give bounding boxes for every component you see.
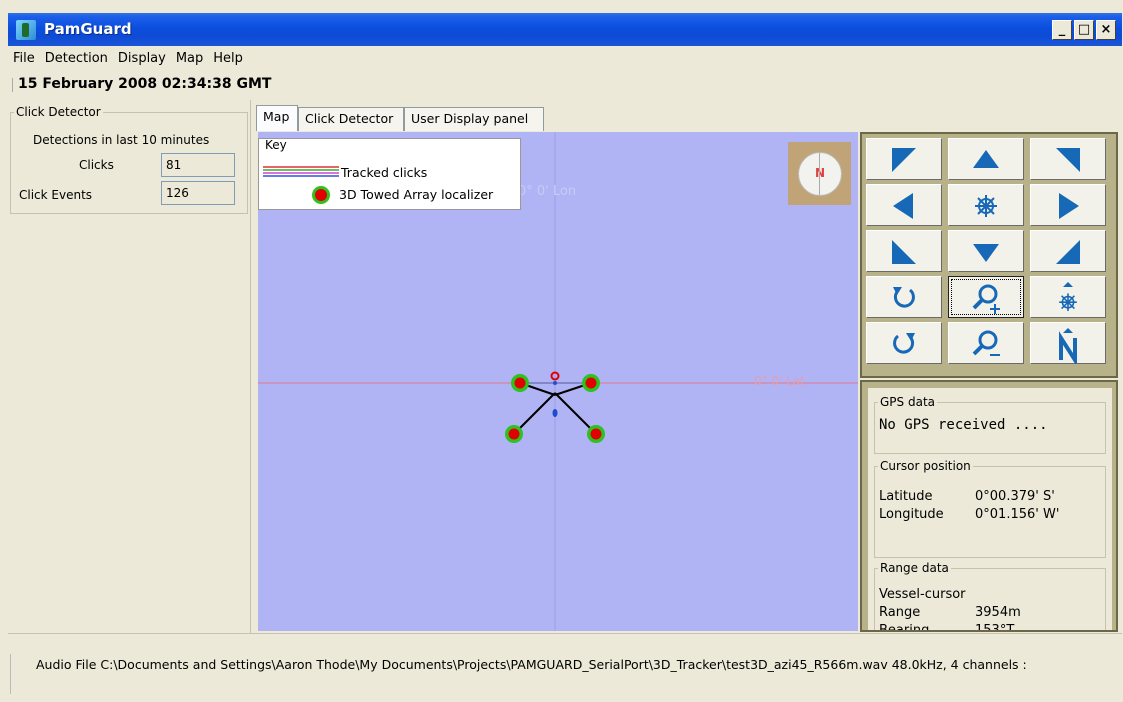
audio-file-status: Audio File C:\Documents and Settings\Aar… bbox=[36, 657, 1027, 672]
range-label: Range bbox=[879, 605, 921, 620]
longitude-label: 0° 0' Lon bbox=[518, 184, 577, 199]
range-group-label: Range data bbox=[878, 561, 951, 575]
hydrophone-inner bbox=[508, 428, 520, 440]
gps-status-text: No GPS received .... bbox=[879, 417, 1048, 433]
zoom-in-icon bbox=[972, 284, 1000, 314]
rotate-anticlockwise-icon bbox=[893, 333, 915, 354]
rotate-anticlockwise-button[interactable] bbox=[866, 322, 942, 364]
cursor-latitude-value: 0°00.379' S' bbox=[975, 489, 1055, 504]
compass-needle bbox=[819, 153, 820, 195]
close-button[interactable]: × bbox=[1096, 20, 1116, 40]
cursor-latitude-label: Latitude bbox=[879, 489, 933, 504]
rotate-clockwise-icon bbox=[893, 287, 915, 308]
hydrophone-inner bbox=[585, 377, 597, 389]
key-item-3d-localizer: 3D Towed Array localizer bbox=[339, 187, 494, 202]
arrow-up-icon bbox=[973, 150, 999, 168]
latitude-label: 0° 0' Lat bbox=[754, 374, 805, 388]
tab-click-detector[interactable]: Click Detector bbox=[298, 107, 404, 131]
menu-display[interactable]: Display bbox=[113, 46, 171, 72]
click-events-field: 126 bbox=[161, 181, 235, 205]
menu-help[interactable]: Help bbox=[208, 46, 248, 72]
clicks-field: 81 bbox=[161, 153, 235, 177]
arrow-left-icon bbox=[893, 193, 913, 219]
hydrophone-inner bbox=[514, 377, 526, 389]
date-separator bbox=[12, 78, 13, 92]
arrow-up-right-icon bbox=[1056, 148, 1080, 172]
menu-detection[interactable]: Detection bbox=[40, 46, 113, 72]
arrow-down-icon bbox=[973, 244, 999, 262]
tab-map[interactable]: Map bbox=[256, 105, 298, 131]
minimize-button[interactable]: _ bbox=[1052, 20, 1072, 40]
title-bar[interactable]: PamGuard _ □ × bbox=[8, 13, 1122, 46]
pan-left-button[interactable] bbox=[866, 184, 942, 226]
array-centre-point bbox=[553, 381, 557, 385]
map-info-panel: GPS data No GPS received .... Cursor pos… bbox=[860, 380, 1118, 632]
zoom-out-icon bbox=[972, 330, 1000, 356]
menu-map[interactable]: Map bbox=[171, 46, 208, 72]
north-up-icon bbox=[1059, 328, 1077, 367]
cursor-position-group: Cursor position Latitude 0°00.379' S' Lo… bbox=[874, 459, 1106, 558]
cursor-longitude-label: Longitude bbox=[879, 507, 944, 522]
map-navigation-panel bbox=[860, 132, 1118, 378]
pan-down-button[interactable] bbox=[948, 230, 1024, 272]
arrow-down-right-icon bbox=[1056, 240, 1080, 264]
click-events-label: Click Events bbox=[19, 188, 93, 202]
pan-up-right-button[interactable] bbox=[1030, 138, 1106, 180]
hydrophone-inner bbox=[590, 428, 602, 440]
pan-up-button[interactable] bbox=[948, 138, 1024, 180]
map-key: Key Tracked clicks 3D Towed Array locali… bbox=[258, 138, 521, 210]
zoom-out-button[interactable] bbox=[948, 322, 1024, 364]
status-bar: Audio File C:\Documents and Settings\Aar… bbox=[8, 633, 1122, 698]
menu-file[interactable]: File bbox=[8, 46, 40, 72]
map-key-title: Key bbox=[265, 138, 287, 152]
maximize-button[interactable]: □ bbox=[1074, 20, 1094, 40]
bearing-value: 153°T bbox=[975, 623, 1015, 632]
compass-north-letter: N bbox=[799, 166, 841, 180]
localisation-point bbox=[552, 409, 558, 417]
pan-up-left-button[interactable] bbox=[866, 138, 942, 180]
arrow-up-left-icon bbox=[892, 148, 916, 172]
date-bar: 15 February 2008 02:34:38 GMT bbox=[8, 72, 1122, 96]
compass-dial: N bbox=[798, 152, 842, 196]
cursor-longitude-value: 0°01.156' W' bbox=[975, 507, 1060, 522]
click-detector-group: Click Detector Detections in last 10 min… bbox=[10, 105, 248, 214]
arrow-down-left-icon bbox=[892, 240, 916, 264]
gps-data-group: GPS data No GPS received .... bbox=[874, 395, 1106, 454]
ships-wheel-icon bbox=[974, 194, 998, 218]
range-data-group: Range data Vessel-cursor Range 3954m Bea… bbox=[874, 561, 1106, 632]
arrow-right-icon bbox=[1059, 193, 1079, 219]
click-detector-group-label: Click Detector bbox=[14, 105, 103, 119]
tracked-clicks-swatch bbox=[263, 166, 339, 177]
pan-right-button[interactable] bbox=[1030, 184, 1106, 226]
map-info-inner: GPS data No GPS received .... Cursor pos… bbox=[868, 388, 1112, 630]
window-title: PamGuard bbox=[44, 20, 132, 38]
date-time-display: 15 February 2008 02:34:38 GMT bbox=[18, 76, 272, 92]
tab-user-display-panel[interactable]: User Display panel bbox=[404, 107, 544, 131]
clicks-label: Clicks bbox=[79, 158, 114, 172]
left-panel-divider bbox=[250, 100, 251, 633]
status-divider bbox=[10, 654, 11, 694]
rotate-clockwise-button[interactable] bbox=[866, 276, 942, 318]
localizer-marker-icon bbox=[312, 186, 330, 204]
range-value: 3954m bbox=[975, 605, 1021, 620]
centre-and-rotate-button[interactable] bbox=[1030, 276, 1106, 318]
pan-down-right-button[interactable] bbox=[1030, 230, 1106, 272]
cursor-group-label: Cursor position bbox=[878, 459, 973, 473]
center-vessel-button[interactable] bbox=[948, 184, 1024, 226]
compass-rose[interactable]: N bbox=[788, 142, 851, 205]
detections-caption: Detections in last 10 minutes bbox=[33, 133, 210, 147]
gps-group-label: GPS data bbox=[878, 395, 937, 409]
wheel-with-caret-icon bbox=[1058, 282, 1078, 312]
north-up-button[interactable] bbox=[1030, 322, 1106, 367]
map-display[interactable]: 0° 0' Lon 0° 0' Lat Key Tracked clicks 3… bbox=[258, 132, 858, 631]
zoom-in-button[interactable] bbox=[948, 276, 1024, 318]
pan-down-left-button[interactable] bbox=[866, 230, 942, 272]
bearing-label: Bearing bbox=[879, 623, 930, 632]
key-item-tracked-clicks: Tracked clicks bbox=[341, 165, 428, 180]
pamguard-app-icon bbox=[16, 20, 36, 40]
range-vessel-cursor-label: Vessel-cursor bbox=[879, 587, 966, 602]
menu-bar: File Detection Display Map Help bbox=[8, 46, 1122, 72]
